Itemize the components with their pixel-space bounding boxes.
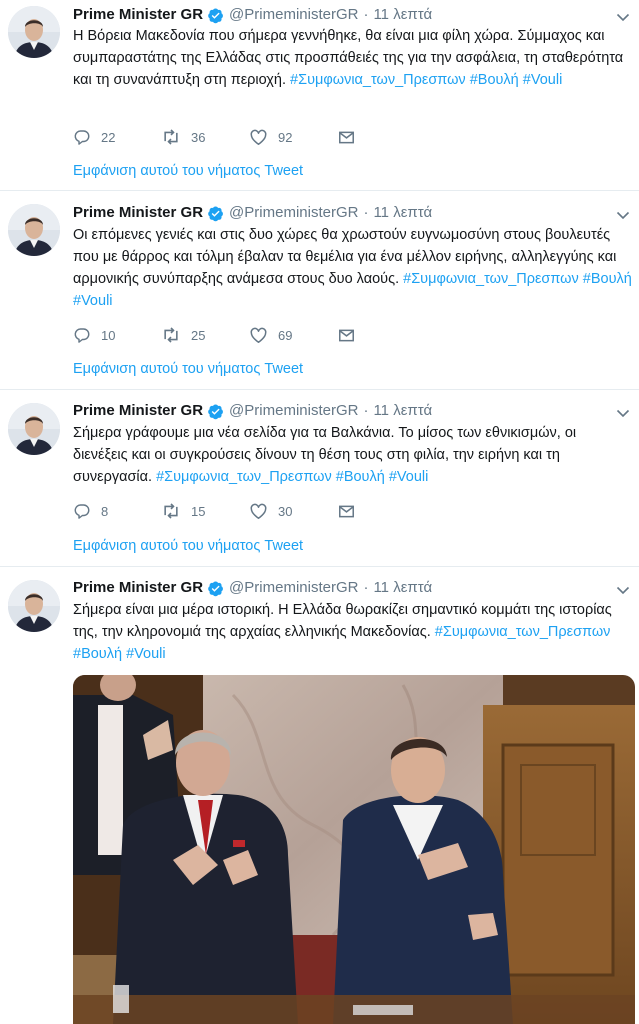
verified-badge-icon bbox=[207, 7, 224, 24]
retweet-icon bbox=[161, 127, 181, 147]
chevron-down-icon[interactable] bbox=[615, 405, 631, 421]
avatar[interactable] bbox=[8, 580, 60, 632]
author-name[interactable]: Prime Minister GR bbox=[73, 203, 203, 223]
reply-icon bbox=[73, 128, 91, 146]
author-name[interactable]: Prime Minister GR bbox=[73, 401, 203, 421]
direct-message-button[interactable] bbox=[337, 128, 356, 147]
chevron-down-icon[interactable] bbox=[615, 9, 631, 25]
direct-message-button[interactable] bbox=[337, 502, 356, 521]
reply-icon bbox=[73, 326, 91, 344]
author-name[interactable]: Prime Minister GR bbox=[73, 578, 203, 598]
tweet-text: Σήμερα είναι μια μέρα ιστορική. Η Ελλάδα… bbox=[73, 599, 633, 665]
show-thread-link[interactable]: Εμφάνιση αυτού του νήματος Tweet bbox=[73, 161, 303, 181]
reply-count: 22 bbox=[101, 129, 116, 145]
show-thread-link[interactable]: Εμφάνιση αυτού του νήματος Tweet bbox=[73, 359, 303, 379]
chevron-down-icon[interactable] bbox=[615, 582, 631, 598]
author-handle[interactable]: @PrimeministerGR bbox=[229, 203, 358, 223]
like-count: 92 bbox=[278, 129, 293, 145]
like-button[interactable]: 92 bbox=[249, 128, 337, 147]
reply-icon bbox=[73, 502, 91, 520]
reply-count: 8 bbox=[101, 503, 109, 519]
tweet-text: Οι επόμενες γενιές και στις δυο χώρες θα… bbox=[73, 224, 633, 312]
chevron-down-icon[interactable] bbox=[615, 207, 631, 223]
retweet-count: 15 bbox=[191, 503, 206, 519]
reply-button[interactable]: 10 bbox=[73, 326, 161, 344]
hashtag[interactable]: #Βουλή bbox=[336, 469, 385, 485]
hashtag[interactable]: #Vouli bbox=[389, 469, 429, 485]
tweet-text: Σήμερα γράφουμε μια νέα σελίδα για τα Βα… bbox=[73, 422, 633, 488]
like-button[interactable]: 30 bbox=[249, 502, 337, 521]
direct-message-icon bbox=[337, 326, 356, 345]
direct-message-icon bbox=[337, 502, 356, 521]
hashtag[interactable]: #Vouli bbox=[523, 72, 563, 88]
hashtag[interactable]: #Συμφωνια_των_Πρεσπων bbox=[156, 469, 332, 485]
tweet-1[interactable]: Prime Minister GR @PrimeministerGR · 11 … bbox=[0, 0, 639, 191]
verified-badge-icon bbox=[207, 580, 224, 597]
direct-message-icon bbox=[337, 128, 356, 147]
author-handle[interactable]: @PrimeministerGR bbox=[229, 5, 358, 25]
retweet-count: 36 bbox=[191, 129, 206, 145]
retweet-icon bbox=[161, 325, 181, 345]
retweet-button[interactable]: 36 bbox=[161, 127, 249, 147]
timestamp[interactable]: 11 λεπτά bbox=[373, 578, 432, 598]
avatar[interactable] bbox=[8, 6, 60, 58]
parliament-photo bbox=[73, 675, 635, 1024]
tweet-3[interactable]: Prime Minister GR @PrimeministerGR · 11 … bbox=[0, 391, 639, 567]
like-count: 69 bbox=[278, 327, 293, 343]
author-name[interactable]: Prime Minister GR bbox=[73, 5, 203, 25]
retweet-icon bbox=[161, 501, 181, 521]
reply-button[interactable]: 22 bbox=[73, 128, 161, 146]
show-thread-link[interactable]: Εμφάνιση αυτού του νήματος Tweet bbox=[73, 536, 303, 556]
like-button[interactable]: 69 bbox=[249, 326, 337, 345]
author-handle[interactable]: @PrimeministerGR bbox=[229, 578, 358, 598]
separator: · bbox=[363, 579, 369, 596]
hashtag[interactable]: #Συμφωνια_των_Πρεσπων bbox=[290, 72, 466, 88]
tweet-text: Η Βόρεια Μακεδονία που σήμερα γεννήθηκε,… bbox=[73, 25, 633, 91]
heart-icon bbox=[249, 326, 268, 345]
verified-badge-icon bbox=[207, 205, 224, 222]
verified-badge-icon bbox=[207, 403, 224, 420]
heart-icon bbox=[249, 502, 268, 521]
direct-message-button[interactable] bbox=[337, 326, 356, 345]
tweet-actions: 22 36 92 bbox=[73, 127, 356, 147]
hashtag[interactable]: #Βουλή bbox=[583, 271, 632, 287]
retweet-button[interactable]: 15 bbox=[161, 501, 249, 521]
hashtag[interactable]: #Συμφωνια_των_Πρεσπων bbox=[435, 624, 611, 640]
like-count: 30 bbox=[278, 503, 293, 519]
avatar[interactable] bbox=[8, 204, 60, 256]
hashtag[interactable]: #Βουλή bbox=[73, 646, 122, 662]
author-handle[interactable]: @PrimeministerGR bbox=[229, 401, 358, 421]
separator: · bbox=[363, 6, 369, 23]
avatar[interactable] bbox=[8, 403, 60, 455]
heart-icon bbox=[249, 128, 268, 147]
hashtag[interactable]: #Vouli bbox=[126, 646, 166, 662]
hashtag[interactable]: #Vouli bbox=[73, 293, 113, 309]
separator: · bbox=[363, 402, 369, 419]
timestamp[interactable]: 11 λεπτά bbox=[373, 5, 432, 25]
separator: · bbox=[363, 204, 369, 221]
tweet-2[interactable]: Prime Minister GR @PrimeministerGR · 11 … bbox=[0, 192, 639, 390]
hashtag[interactable]: #Βουλή bbox=[470, 72, 519, 88]
timestamp[interactable]: 11 λεπτά bbox=[373, 401, 432, 421]
tweet-actions: 10 25 69 bbox=[73, 325, 356, 345]
retweet-button[interactable]: 25 bbox=[161, 325, 249, 345]
reply-button[interactable]: 8 bbox=[73, 502, 161, 520]
tweet-actions: 8 15 30 bbox=[73, 501, 356, 521]
reply-count: 10 bbox=[101, 327, 116, 343]
retweet-count: 25 bbox=[191, 327, 206, 343]
hashtag[interactable]: #Συμφωνια_των_Πρεσπων bbox=[403, 271, 579, 287]
timestamp[interactable]: 11 λεπτά bbox=[373, 203, 432, 223]
tweet-photo[interactable] bbox=[73, 675, 635, 1024]
